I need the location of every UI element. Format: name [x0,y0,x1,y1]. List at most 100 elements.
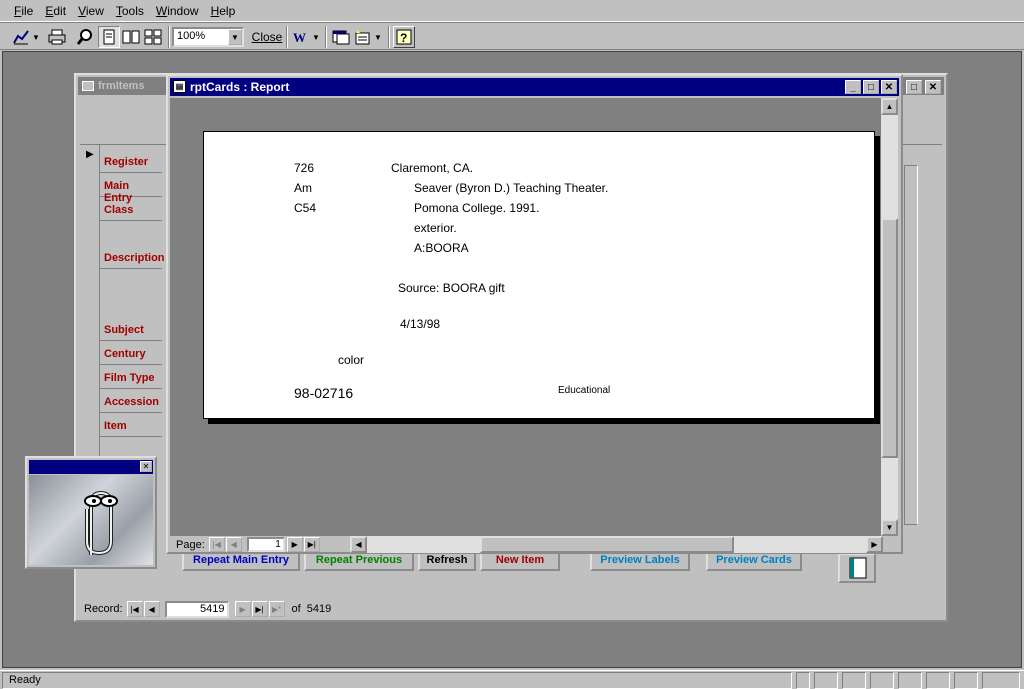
new-object-dropdown-icon[interactable]: ▼ [372,26,384,48]
zoom-value: 100% [177,30,206,42]
report-title: rptCards : Report [190,80,290,94]
form-title: frmItems [98,80,145,92]
assistant-titlebar[interactable]: ✕ [29,460,153,474]
record-navigator: Record: |◀ ◀ 5419 ▶ ▶| ▶* of 5419 [84,599,384,619]
scroll-down-icon[interactable]: ▼ [881,519,898,536]
first-page-icon[interactable]: |◀ [208,537,225,552]
multiple-pages-icon[interactable] [142,26,164,48]
toolbar-separator [388,26,390,48]
status-text: Ready [2,672,792,689]
paperclip-icon[interactable] [29,475,153,565]
field-subject: Subject [100,321,162,341]
status-panel [814,672,838,689]
scroll-right-icon[interactable]: ▶ [866,536,883,553]
close-button[interactable]: Close [250,26,284,48]
chevron-down-icon[interactable]: ▼ [228,29,242,45]
zoom-icon[interactable] [74,26,96,48]
two-pages-icon[interactable] [120,26,142,48]
design-view-icon[interactable] [10,26,32,48]
form-icon [82,81,94,91]
status-panel [796,672,810,689]
menu-help[interactable]: Help [205,4,242,18]
next-page-icon[interactable]: ▶ [286,537,303,552]
status-panel [982,672,1020,689]
new-record-icon[interactable]: ▶* [268,601,285,617]
report-titlebar[interactable]: ▤ rptCards : Report _ □ ✕ [170,78,899,96]
maximize-icon[interactable]: □ [863,80,879,94]
page-navigator: Page: |◀ ◀ 1 ▶ ▶| [170,537,350,552]
report-window[interactable]: ▤ rptCards : Report _ □ ✕ 726 Am C54 Cla… [166,74,903,554]
previous-page-icon[interactable]: ◀ [225,537,242,552]
help-icon[interactable]: ? [393,26,415,48]
page-label: Page: [176,538,205,551]
close-icon[interactable]: ✕ [881,80,897,94]
horizontal-scrollbar[interactable]: ◀ ▶ [350,536,883,553]
vertical-scrollbar[interactable]: ▲ ▼ [881,98,898,536]
color-label: color [338,353,365,367]
description-line-2: Pomona College. 1991. [414,201,540,215]
maximize-icon[interactable]: □ [906,80,922,94]
status-panel [898,672,922,689]
field-accession: Accession [100,393,162,413]
last-page-icon[interactable]: ▶| [303,537,320,552]
last-record-icon[interactable]: ▶| [251,601,268,617]
office-links-dropdown-icon[interactable]: ▼ [310,26,322,48]
field-class: Class [100,201,162,221]
previous-record-icon[interactable]: ◀ [143,601,160,617]
horizontal-scroll-thumb[interactable] [480,536,734,553]
svg-text:W: W [293,30,306,45]
toolbar: ▼ 100% ▼ Close W ▼ ▼ ? [0,22,1024,50]
place: Claremont, CA. [391,161,474,175]
status-bar: Ready [0,670,1024,689]
description-line-3: exterior. [414,221,457,235]
record-total: 5419 [306,603,332,615]
record-label: Record: [84,603,123,615]
new-object-icon[interactable] [352,26,374,48]
field-description: Description [100,249,165,269]
status-panel [954,672,978,689]
scroll-left-icon[interactable]: ◀ [350,536,367,553]
report-icon: ▤ [173,80,186,93]
menu-file[interactable]: File [8,4,39,18]
svg-text:?: ? [400,31,407,45]
toolbar-separator [168,26,170,48]
office-links-icon[interactable]: W [290,26,312,48]
notebook-icon[interactable] [838,553,876,583]
current-record-icon: ▶ [86,149,94,160]
call-number-2: Am [294,181,312,195]
field-item: Item [100,417,162,437]
status-panel [842,672,866,689]
scroll-up-icon[interactable]: ▲ [881,98,898,115]
zoom-combo[interactable]: 100% ▼ [172,27,244,47]
record-number-input[interactable]: 5419 [164,600,229,618]
toolbar-separator [325,26,327,48]
menu-view[interactable]: View [72,4,110,18]
print-icon[interactable] [46,26,68,48]
one-page-icon[interactable] [98,26,120,48]
call-number-3: C54 [294,201,317,215]
close-icon[interactable]: ✕ [140,461,152,472]
first-record-icon[interactable]: |◀ [126,601,143,617]
status-panel [926,672,950,689]
minimize-icon[interactable]: _ [845,80,861,94]
field-main-entry: Main Entry [100,177,162,204]
field-film-type: Film Type [100,369,162,389]
database-window-icon[interactable] [330,26,352,48]
vertical-scroll-thumb[interactable] [881,218,898,458]
view-dropdown-icon[interactable]: ▼ [30,26,42,48]
menu-window[interactable]: Window [150,4,205,18]
report-page: 726 Am C54 Claremont, CA. Seaver (Byron … [203,131,875,419]
report-status-row: Page: |◀ ◀ 1 ▶ ▶| ◀ ▶ [170,536,899,553]
page-number-input[interactable]: 1 [246,537,285,552]
menu-edit[interactable]: Edit [39,4,72,18]
description-line-1: Seaver (Byron D.) Teaching Theater. [414,181,609,195]
menu-tools[interactable]: Tools [110,4,150,18]
menu-bar: File Edit View Tools Window Help [0,0,1024,22]
close-icon[interactable]: ✕ [925,80,941,94]
office-assistant[interactable]: ✕ [25,456,157,569]
next-record-icon[interactable]: ▶ [234,601,251,617]
date: 4/13/98 [400,317,441,331]
description-line-4: A:BOORA [414,241,469,255]
source: Source: BOORA gift [398,281,505,295]
report-preview-area[interactable]: 726 Am C54 Claremont, CA. Seaver (Byron … [170,98,881,536]
